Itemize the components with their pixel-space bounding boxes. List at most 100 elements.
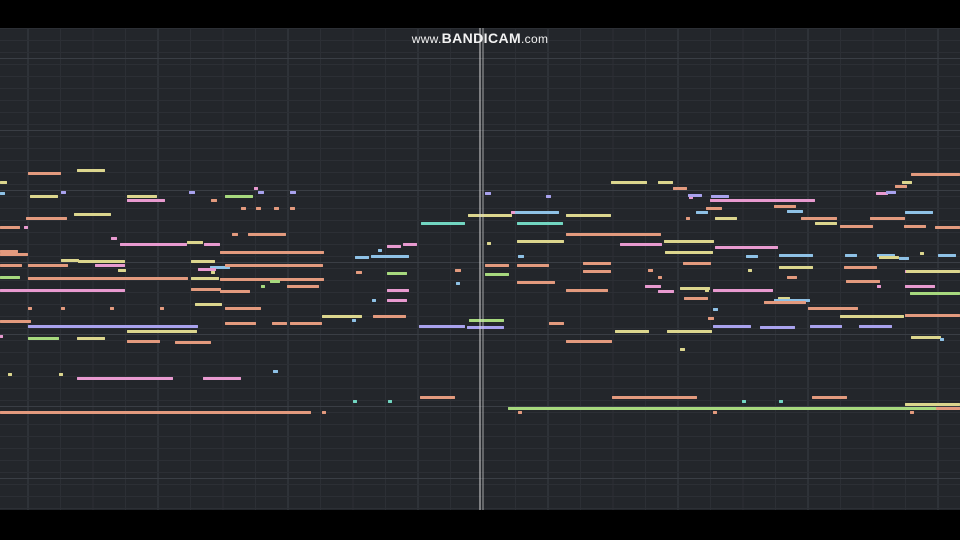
midi-note[interactable] bbox=[225, 195, 253, 198]
midi-note[interactable] bbox=[356, 271, 362, 274]
midi-note[interactable] bbox=[225, 264, 323, 267]
midi-note[interactable] bbox=[583, 262, 611, 265]
midi-note[interactable] bbox=[935, 226, 960, 229]
midi-note[interactable] bbox=[420, 396, 455, 399]
midi-note[interactable] bbox=[120, 243, 187, 246]
midi-note[interactable] bbox=[0, 250, 18, 253]
midi-note[interactable] bbox=[779, 266, 813, 269]
midi-note[interactable] bbox=[844, 266, 877, 269]
midi-note[interactable] bbox=[683, 262, 711, 265]
midi-note[interactable] bbox=[760, 326, 795, 329]
midi-note[interactable] bbox=[911, 336, 941, 339]
midi-note[interactable] bbox=[808, 307, 858, 310]
midi-note[interactable] bbox=[287, 285, 319, 288]
midi-note[interactable] bbox=[845, 254, 857, 257]
midi-note[interactable] bbox=[911, 173, 960, 176]
midi-note[interactable] bbox=[711, 195, 729, 198]
midi-note[interactable] bbox=[879, 256, 899, 259]
midi-note[interactable] bbox=[938, 254, 956, 257]
midi-note[interactable] bbox=[61, 191, 66, 194]
midi-note[interactable] bbox=[748, 269, 752, 272]
midi-note[interactable] bbox=[322, 411, 326, 414]
midi-note[interactable] bbox=[0, 320, 31, 323]
midi-note[interactable] bbox=[664, 240, 714, 243]
midi-note[interactable] bbox=[189, 191, 195, 194]
midi-note[interactable] bbox=[688, 194, 702, 197]
midi-note[interactable] bbox=[322, 315, 362, 318]
midi-note[interactable] bbox=[220, 251, 324, 254]
midi-note[interactable] bbox=[30, 195, 58, 198]
midi-note[interactable] bbox=[566, 340, 612, 343]
midi-note[interactable] bbox=[419, 325, 465, 328]
midi-note[interactable] bbox=[28, 337, 59, 340]
midi-note[interactable] bbox=[658, 276, 662, 279]
midi-note[interactable] bbox=[713, 308, 718, 311]
midi-note[interactable] bbox=[352, 319, 356, 322]
midi-note[interactable] bbox=[74, 213, 111, 216]
midi-note[interactable] bbox=[774, 205, 796, 208]
midi-note[interactable] bbox=[290, 191, 296, 194]
midi-note[interactable] bbox=[28, 277, 188, 280]
midi-note[interactable] bbox=[456, 282, 460, 285]
midi-note[interactable] bbox=[455, 269, 461, 272]
midi-note[interactable] bbox=[566, 289, 608, 292]
midi-note[interactable] bbox=[902, 181, 912, 184]
midi-note[interactable] bbox=[905, 211, 933, 214]
midi-note[interactable] bbox=[191, 260, 215, 263]
midi-note[interactable] bbox=[905, 314, 960, 317]
midi-note[interactable] bbox=[906, 270, 960, 273]
midi-note[interactable] bbox=[272, 322, 287, 325]
midi-note[interactable] bbox=[127, 199, 165, 202]
midi-note[interactable] bbox=[0, 192, 5, 195]
midi-note[interactable] bbox=[779, 400, 783, 403]
midi-note[interactable] bbox=[611, 181, 647, 184]
midi-note[interactable] bbox=[467, 326, 504, 329]
midi-note[interactable] bbox=[28, 172, 61, 175]
midi-note[interactable] bbox=[290, 207, 295, 210]
midi-note[interactable] bbox=[886, 191, 896, 194]
midi-note[interactable] bbox=[95, 264, 125, 267]
midi-note[interactable] bbox=[388, 400, 392, 403]
midi-note[interactable] bbox=[620, 243, 662, 246]
midi-note[interactable] bbox=[225, 307, 261, 310]
midi-note[interactable] bbox=[645, 285, 661, 288]
piano-roll-editor[interactable] bbox=[0, 28, 960, 510]
midi-note[interactable] bbox=[232, 233, 238, 236]
midi-note[interactable] bbox=[742, 400, 746, 403]
midi-note[interactable] bbox=[204, 243, 220, 246]
midi-note[interactable] bbox=[810, 325, 842, 328]
midi-note[interactable] bbox=[485, 264, 509, 267]
midi-note[interactable] bbox=[910, 292, 960, 295]
midi-note[interactable] bbox=[77, 169, 105, 172]
midi-note[interactable] bbox=[225, 322, 256, 325]
midi-note[interactable] bbox=[0, 253, 28, 256]
midi-note[interactable] bbox=[28, 307, 32, 310]
midi-note[interactable] bbox=[254, 187, 258, 190]
midi-note[interactable] bbox=[372, 299, 376, 302]
midi-note[interactable] bbox=[160, 307, 164, 310]
midi-note[interactable] bbox=[187, 241, 203, 244]
midi-note[interactable] bbox=[787, 276, 797, 279]
midi-note[interactable] bbox=[899, 257, 909, 260]
midi-note[interactable] bbox=[0, 264, 22, 267]
midi-note[interactable] bbox=[371, 255, 409, 258]
midi-note[interactable] bbox=[517, 281, 555, 284]
midi-note[interactable] bbox=[508, 407, 960, 410]
midi-note[interactable] bbox=[680, 348, 685, 351]
midi-note[interactable] bbox=[191, 288, 221, 291]
midi-note[interactable] bbox=[910, 411, 914, 414]
midi-note[interactable] bbox=[566, 214, 611, 217]
midi-note[interactable] bbox=[378, 249, 382, 252]
midi-note[interactable] bbox=[812, 396, 847, 399]
midi-note[interactable] bbox=[211, 271, 215, 274]
midi-note[interactable] bbox=[274, 207, 279, 210]
midi-note[interactable] bbox=[118, 269, 126, 272]
midi-note[interactable] bbox=[485, 273, 509, 276]
midi-note[interactable] bbox=[77, 377, 173, 380]
midi-note[interactable] bbox=[673, 187, 687, 190]
midi-note[interactable] bbox=[26, 217, 67, 220]
midi-note[interactable] bbox=[387, 289, 409, 292]
midi-note[interactable] bbox=[713, 411, 717, 414]
midi-note[interactable] bbox=[546, 195, 551, 198]
midi-note[interactable] bbox=[110, 307, 114, 310]
